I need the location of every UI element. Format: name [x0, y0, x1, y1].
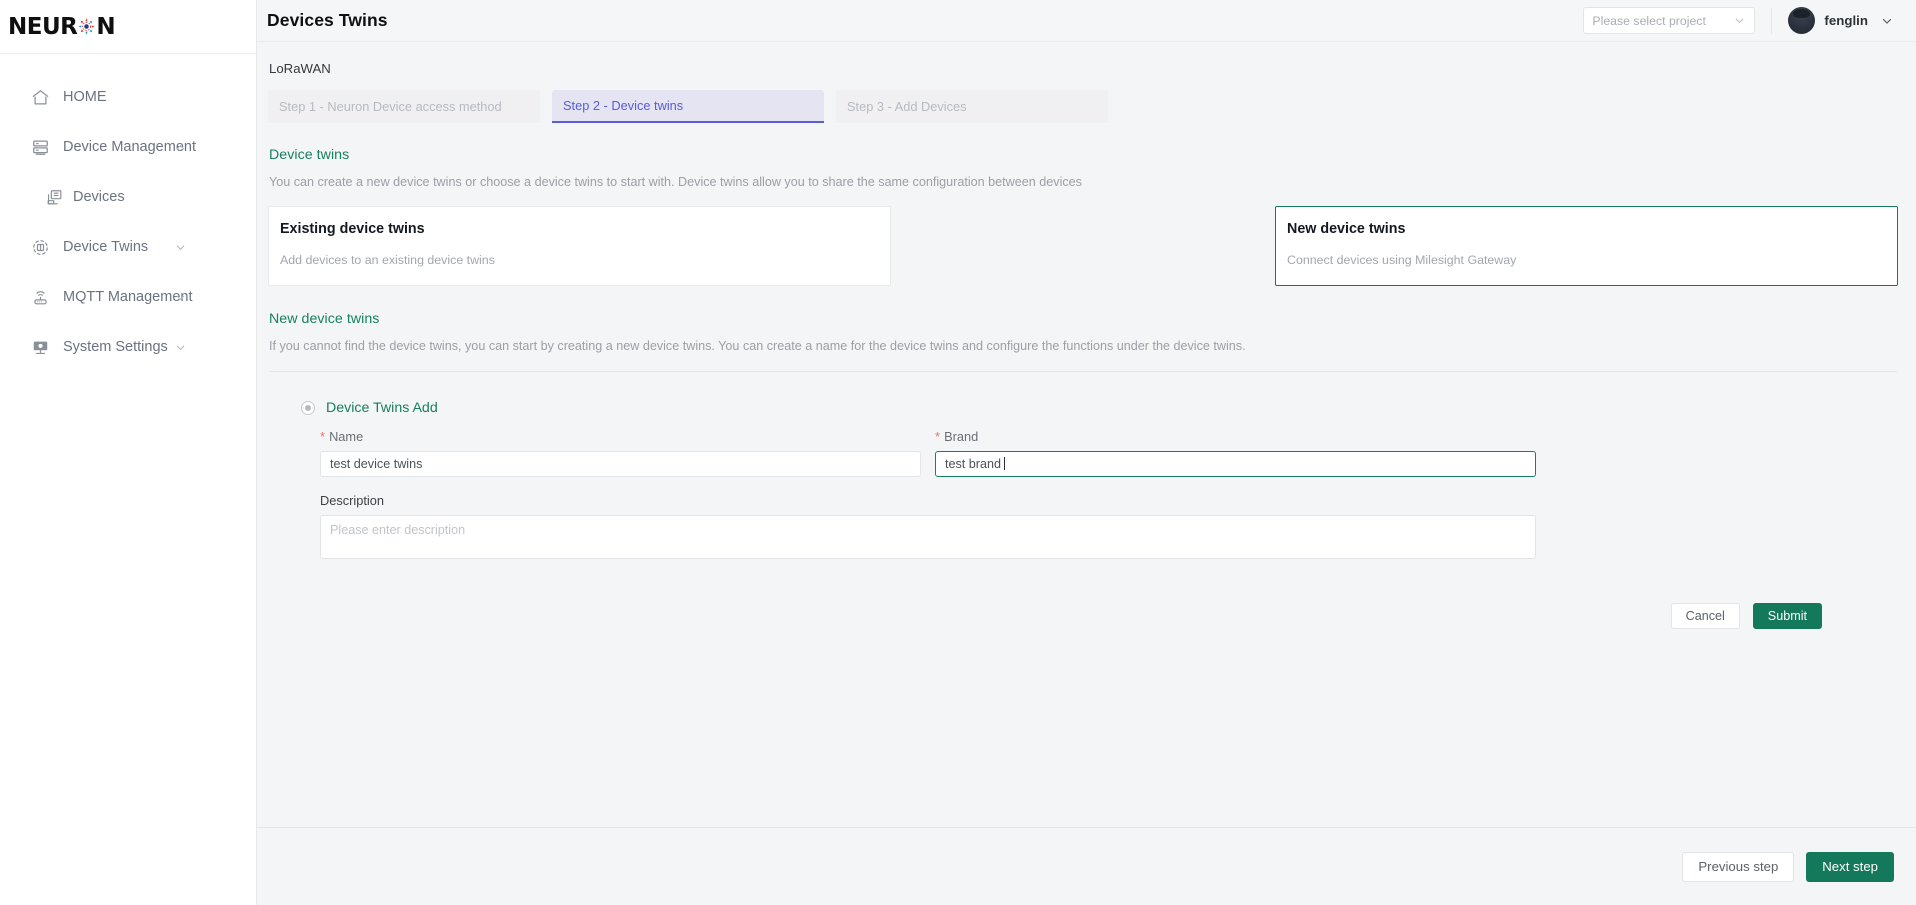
text-caret: [1004, 457, 1005, 470]
sidebar-item-mqtt-management[interactable]: MQTT Management: [0, 272, 256, 322]
label-text: Description: [320, 493, 385, 508]
sidebar-item-device-twins[interactable]: Device Twins: [0, 222, 256, 272]
chevron-down-icon[interactable]: [1733, 14, 1746, 27]
card-description: Add devices to an existing device twins: [280, 253, 495, 267]
chevron-down-icon[interactable]: [1880, 14, 1894, 28]
section-new-device-twins: New device twins If you cannot find the …: [268, 311, 1898, 372]
card-title: Existing device twins: [280, 221, 425, 237]
section-description-device-twins: You can create a new device twins or cho…: [269, 175, 1082, 189]
label-text: Brand: [944, 429, 979, 444]
name-input[interactable]: [320, 451, 921, 477]
tab-step-1[interactable]: Step 1 - Neuron Device access method: [268, 90, 540, 123]
field-label-name: * Name: [320, 429, 921, 444]
content-inner: LoRaWAN Step 1 - Neuron Device access me…: [257, 42, 1916, 629]
brand-input[interactable]: [935, 451, 1536, 477]
wizard-footer: Previous step Next step: [257, 827, 1916, 905]
field-description: Description: [301, 493, 1898, 564]
avatar: [1788, 7, 1816, 34]
device-twins-add-radio-row[interactable]: Device Twins Add: [301, 400, 1898, 416]
sidebar-item-label: MQTT Management: [63, 289, 193, 305]
submit-button[interactable]: Submit: [1752, 603, 1822, 629]
sidebar-item-label: Devices: [73, 189, 125, 205]
project-select[interactable]: Please select project: [1583, 7, 1756, 34]
logo-text: NEUR N: [8, 13, 116, 40]
chevron-down-icon[interactable]: [175, 292, 186, 303]
section-title-new-device-twins: New device twins: [269, 311, 380, 327]
cancel-button[interactable]: Cancel: [1670, 603, 1740, 629]
step-tabs: Step 1 - Neuron Device access method Ste…: [268, 90, 1898, 123]
required-marker: *: [320, 429, 326, 444]
tab-step-2[interactable]: Step 2 - Device twins: [552, 90, 824, 123]
chevron-down-icon[interactable]: [175, 242, 186, 253]
card-new-device-twins[interactable]: New device twins Connect devices using M…: [1275, 206, 1898, 286]
device-twins-add-form: Device Twins Add * Name *: [268, 372, 1898, 629]
logo-gear-icon: [78, 18, 96, 35]
radio-label: Device Twins Add: [326, 400, 438, 416]
section-description-new-device-twins: If you cannot find the device twins, you…: [269, 339, 1246, 353]
previous-step-button[interactable]: Previous step: [1682, 851, 1795, 882]
main-area: Devices Twins Please select project feng…: [257, 0, 1916, 905]
breadcrumb: LoRaWAN: [269, 61, 331, 76]
next-step-button[interactable]: Next step: [1806, 851, 1894, 882]
router-wifi-icon: [30, 287, 50, 307]
page-title: Devices Twins: [267, 10, 388, 30]
monitor-gear-icon: [30, 337, 50, 357]
sidebar-item-device-management[interactable]: Device Management: [0, 122, 256, 172]
field-brand: * Brand: [935, 429, 1536, 477]
logo-text-right: N: [96, 13, 116, 40]
topbar: Devices Twins Please select project feng…: [257, 0, 1916, 42]
server-rack-icon: [30, 137, 50, 157]
card-title: New device twins: [1287, 221, 1406, 237]
app-root: NEUR N HOME Device Management Devices De…: [0, 0, 1916, 905]
content-area: LoRaWAN Step 1 - Neuron Device access me…: [257, 42, 1916, 905]
home-icon: [30, 87, 50, 107]
project-select-value: Please select project: [1592, 13, 1706, 28]
sidebar-item-system-settings[interactable]: System Settings: [0, 322, 256, 372]
chevron-down-icon[interactable]: [175, 342, 186, 353]
divider: [1771, 7, 1773, 34]
tab-step-3[interactable]: Step 3 - Add Devices: [836, 90, 1108, 123]
label-text: Name: [329, 429, 364, 444]
tab-label: Step 3 - Add Devices: [847, 99, 967, 114]
user-menu[interactable]: fenglin: [1788, 7, 1894, 34]
sidebar-item-label: Device Twins: [63, 239, 149, 255]
sidebar: NEUR N HOME Device Management Devices De…: [0, 0, 257, 905]
tab-label: Step 2 - Device twins: [563, 98, 684, 113]
radio-device-twins-add[interactable]: [301, 401, 315, 415]
chevron-up-icon[interactable]: [175, 142, 186, 153]
user-name: fenglin: [1824, 13, 1868, 28]
sidebar-item-label: HOME: [63, 89, 107, 105]
required-marker: *: [935, 429, 941, 444]
card-description: Connect devices using Milesight Gateway: [1287, 253, 1517, 267]
section-title-device-twins: Device twins: [269, 147, 350, 163]
form-actions: Cancel Submit: [301, 603, 1898, 629]
logo[interactable]: NEUR N: [0, 0, 256, 54]
sidebar-item-label: System Settings: [63, 339, 168, 355]
twins-circle-icon: [30, 237, 50, 257]
tab-label: Step 1 - Neuron Device access method: [279, 99, 502, 114]
description-textarea[interactable]: [320, 515, 1536, 559]
form-fields-row: * Name * Brand: [301, 429, 1898, 477]
logo-text-left: NEUR: [8, 13, 78, 40]
topbar-right: Please select project fenglin: [1583, 7, 1894, 34]
sidebar-nav: HOME Device Management Devices Device Tw…: [0, 54, 256, 372]
field-label-description: Description: [320, 493, 1898, 508]
field-name: * Name: [320, 429, 921, 477]
card-existing-device-twins[interactable]: Existing device twins Add devices to an …: [268, 206, 891, 286]
device-list-icon: [44, 187, 64, 207]
brand-input-wrap: [935, 451, 1536, 477]
twins-option-cards: Existing device twins Add devices to an …: [268, 206, 1898, 286]
sidebar-item-home[interactable]: HOME: [0, 72, 256, 122]
field-label-brand: * Brand: [935, 429, 1536, 444]
sidebar-item-devices[interactable]: Devices: [0, 172, 256, 222]
